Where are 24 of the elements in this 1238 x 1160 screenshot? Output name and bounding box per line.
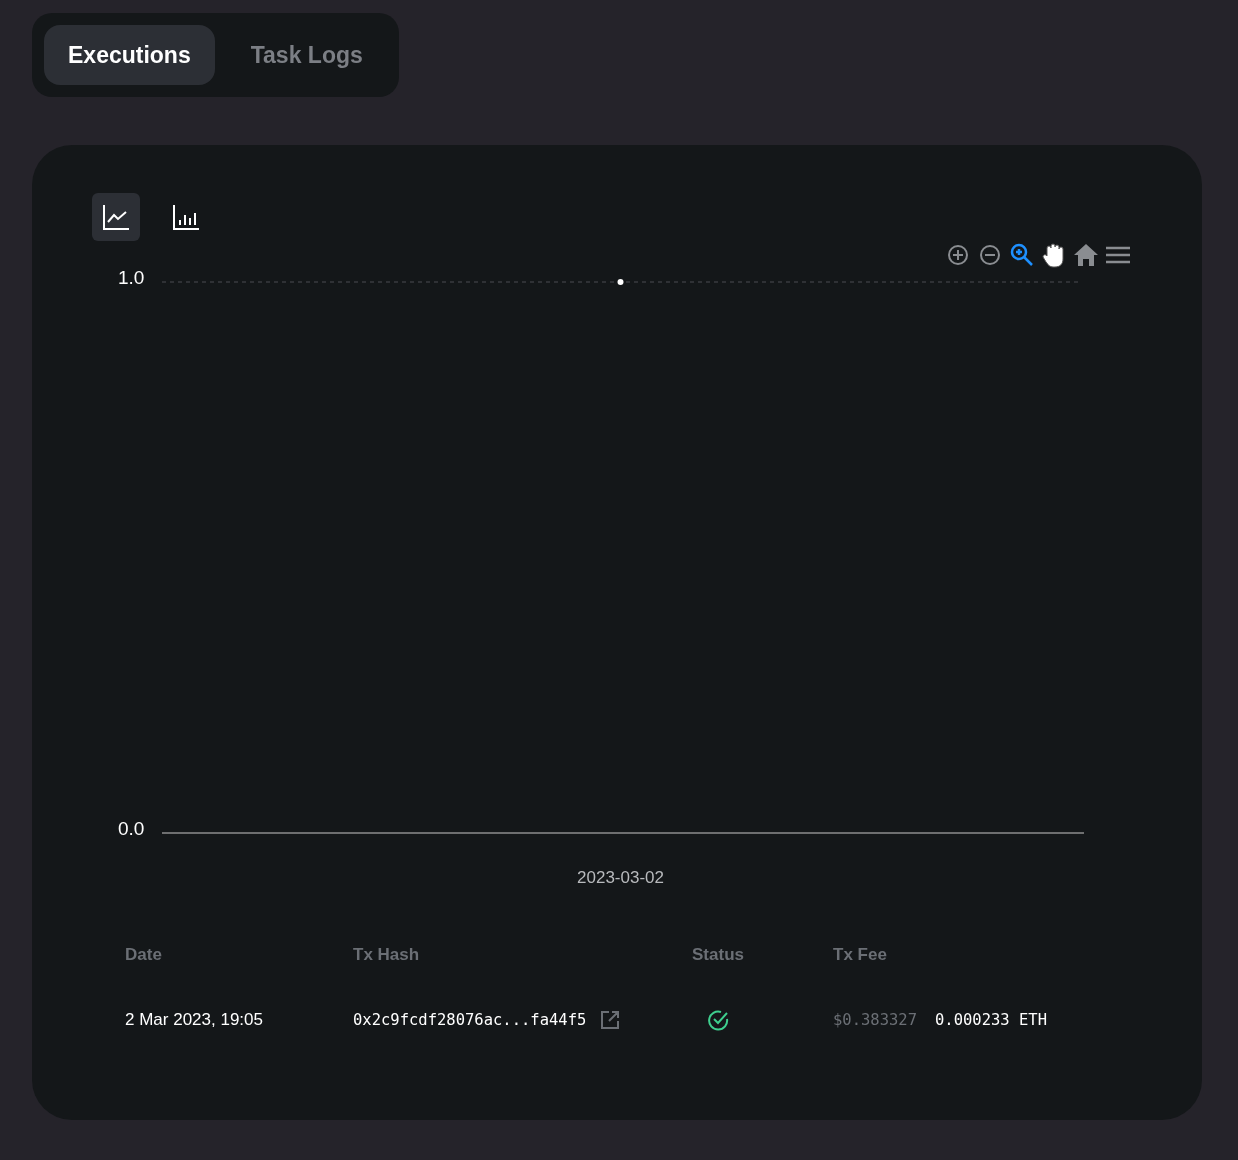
line-chart-icon [102,203,130,231]
bar-chart-icon [172,203,200,231]
chart-type-button[interactable] [92,193,140,241]
hand-icon [1042,242,1066,268]
x-tick-label: 2023-03-02 [577,868,664,887]
column-header: Date [125,945,163,965]
menu-icon [1105,245,1131,265]
y-tick-label: 1.0 [118,267,145,288]
external-link-icon[interactable] [600,1010,621,1030]
zoom-out-icon [979,244,1001,266]
fee-eth-text: 0.000233 ETH [935,1011,1047,1029]
date-text: 2 Mar 2023, 19:05 [125,1010,264,1030]
column-header: Tx Fee [833,945,888,965]
column-header: Status [692,945,744,965]
data-point [617,279,624,285]
column-header: Tx Hash [353,945,421,965]
search-icon [1010,243,1034,267]
home-icon [1073,243,1099,267]
zoom-in-icon [947,244,969,266]
tx-hash-text: 0x2c9fcdf28076ac...fa44f5 [353,1011,587,1029]
fee-usd-text: $0.383327 [833,1011,917,1029]
y-tick-label: 0.0 [118,818,145,839]
tab[interactable]: Executions [44,25,215,85]
tab[interactable]: Task Logs [226,25,387,85]
